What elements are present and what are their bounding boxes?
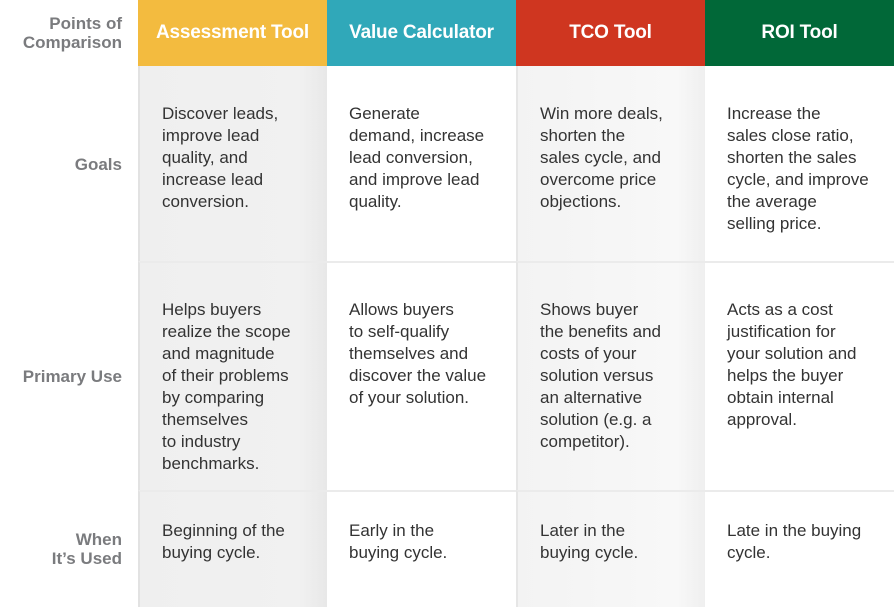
table-cell: Shows buyer the benefits and costs of yo… bbox=[516, 261, 705, 490]
column-header-roi-tool: ROI Tool bbox=[705, 0, 894, 66]
table-cell: Discover leads, improve lead quality, an… bbox=[138, 66, 327, 261]
column-header-value-calculator: Value Calculator bbox=[327, 0, 516, 66]
table-cell: Acts as a cost justification for your so… bbox=[705, 261, 894, 490]
table-cell: Early in the buying cycle. bbox=[327, 490, 516, 607]
points-of-comparison-label: Points of Comparison bbox=[22, 14, 122, 52]
column-header-assessment-tool: Assessment Tool bbox=[138, 0, 327, 66]
comparison-table: Points of Comparison Assessment Tool Val… bbox=[0, 0, 894, 607]
table-cell: Win more deals, shorten the sales cycle,… bbox=[516, 66, 705, 261]
column-header-tco-tool: TCO Tool bbox=[516, 0, 705, 66]
table-cell: Late in the buying cycle. bbox=[705, 490, 894, 607]
table-cell: Allows buyers to self-qualify themselves… bbox=[327, 261, 516, 490]
table-cell: Increase the sales close ratio, shorten … bbox=[705, 66, 894, 261]
row-label-primary-use: Primary Use bbox=[0, 261, 138, 490]
table-cell: Generate demand, increase lead conversio… bbox=[327, 66, 516, 261]
table-cell: Beginning of the buying cycle. bbox=[138, 490, 327, 607]
table-cell: Later in the buying cycle. bbox=[516, 490, 705, 607]
row-label-when-its-used: When It’s Used bbox=[0, 490, 138, 607]
row-label-goals: Goals bbox=[0, 66, 138, 261]
table-cell: Helps buyers realize the scope and magni… bbox=[138, 261, 327, 490]
